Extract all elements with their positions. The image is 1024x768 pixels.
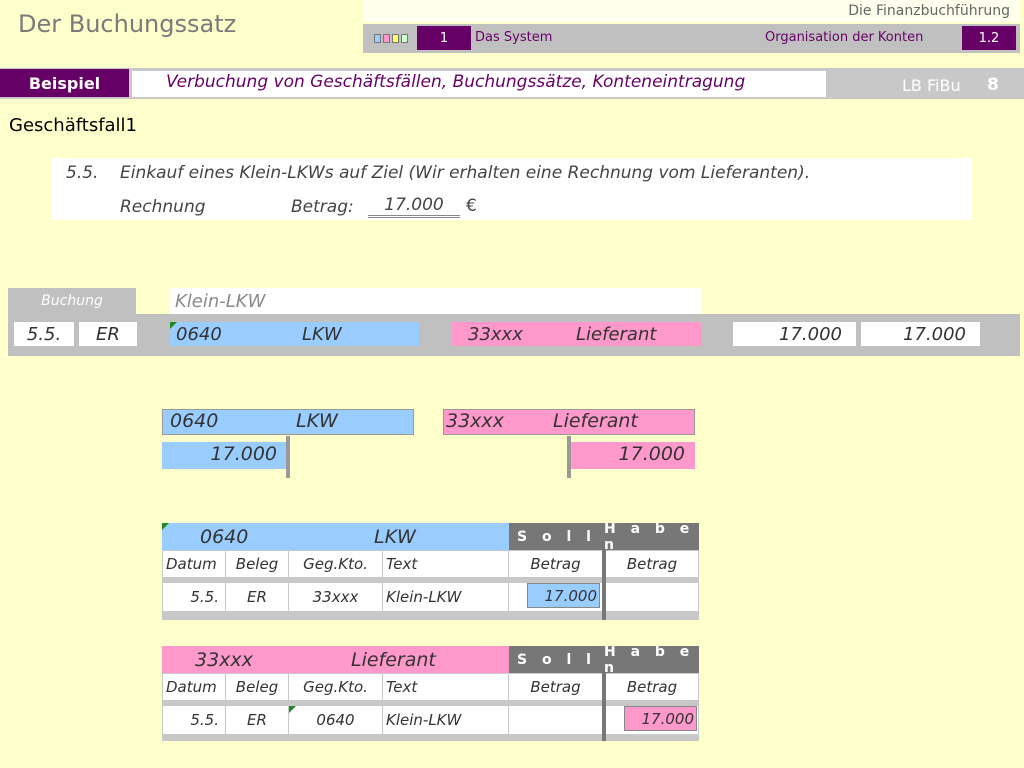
ledger2-col-datum: Datum — [163, 674, 225, 700]
page-subtitle: Verbuchung von Geschäftsfällen, Buchungs… — [166, 72, 746, 92]
t-left-account: 0640 — [170, 410, 219, 432]
ledger1-row-text: Klein-LKW — [383, 583, 508, 611]
ledger1-col-beleg: Beleg — [226, 551, 288, 577]
beispiel-badge: Beispiel — [0, 69, 129, 97]
nav-color-icon[interactable] — [374, 34, 408, 43]
t-right-amount-box: 17.000 — [570, 442, 695, 469]
ledger1-row-soll-cell: 17.000 — [509, 583, 602, 611]
booking-credit-name: Lieferant — [576, 323, 657, 345]
ledger1-haben-header: H a b e n — [604, 521, 699, 553]
lb-number: 8 — [987, 75, 999, 95]
task-amount: 17.000 — [368, 195, 460, 218]
ledger2-row-gegkto: 0640 — [289, 706, 382, 734]
lb-label: LB FiBu — [902, 76, 961, 95]
ledger1-row-soll: 17.000 — [527, 583, 600, 608]
ledger2-row-text: Klein-LKW — [383, 706, 508, 734]
ledger2-haben-header: H a b e n — [604, 644, 699, 676]
t-right-amount: 17.000 — [618, 443, 685, 465]
t-account-left-header: 0640 LKW — [162, 409, 414, 435]
booking-date: 5.5. — [14, 322, 74, 346]
ledger1-divider — [602, 550, 606, 620]
ledger1-col-soll-betrag: Betrag — [509, 551, 602, 577]
ledger2-row-soll — [509, 706, 602, 734]
marker-icon — [170, 322, 177, 329]
task-currency: € — [466, 196, 477, 216]
nav-system-link[interactable]: Das System — [475, 30, 552, 45]
ledger1-row-haben — [606, 583, 698, 611]
ledger2-row-datum: 5.5. — [163, 706, 225, 734]
marker-icon — [289, 706, 296, 713]
ledger2-soll-header: S o l l — [509, 646, 604, 673]
ledger2-col-haben-betrag: Betrag — [606, 674, 698, 700]
t-account-right-header: 33xxx Lieferant — [443, 409, 695, 435]
ledger1-header: 0640 LKW — [162, 523, 509, 550]
ledger1-row-gegkto: 33xxx — [289, 583, 382, 611]
booking-debit-field[interactable]: 0640 LKW — [170, 322, 419, 346]
app-title: Der Buchungssatz — [18, 10, 237, 38]
top-bar: Die Finanzbuchführung — [363, 0, 1020, 22]
booking-credit-account: 33xxx — [468, 323, 523, 345]
booking-credit-field[interactable]: 33xxx Lieferant — [452, 322, 701, 346]
booking-debit-account: 0640 — [176, 323, 222, 345]
ledger1-row-beleg: ER — [226, 583, 288, 611]
t-left-name: LKW — [296, 410, 338, 432]
t-left-divider — [286, 436, 290, 478]
marker-icon — [162, 523, 169, 530]
t-right-account: 33xxx — [446, 410, 504, 432]
booking-beleg: ER — [79, 322, 137, 346]
ledger1-soll-header: S o l l — [509, 523, 604, 550]
booking-text: Klein-LKW — [175, 291, 266, 312]
ledger1-col-gegkto: Geg.Kto. — [289, 551, 382, 577]
task-amount-label: Betrag: — [291, 197, 354, 217]
ledger-lkw: 0640 LKW S o l l H a b e n Datum Beleg G… — [162, 521, 699, 620]
ledger2-grid: Datum Beleg Geg.Kto. Text Betrag Betrag … — [162, 673, 699, 741]
task-doc-label: Rechnung — [120, 197, 206, 217]
ledger2-row-beleg: ER — [226, 706, 288, 734]
booking-debit-name: LKW — [302, 323, 342, 345]
ledger1-name: LKW — [374, 525, 416, 548]
nav-chapter-button[interactable]: 1 — [417, 26, 471, 50]
ledger2-name: Lieferant — [351, 648, 436, 671]
ledger1-grid: Datum Beleg Geg.Kto. Text Betrag Betrag … — [162, 550, 699, 620]
ledger1-row-datum: 5.5. — [163, 583, 225, 611]
task-description: Einkauf eines Klein-LKWs auf Ziel (Wir e… — [120, 163, 811, 183]
ledger1-col-haben-betrag: Betrag — [606, 551, 698, 577]
ledger2-row-haben-cell: 17.000 — [606, 706, 698, 734]
top-bar-label: Die Finanzbuchführung — [848, 3, 1010, 19]
ledger2-row-haben: 17.000 — [624, 706, 697, 731]
ledger1-col-text: Text — [383, 551, 508, 577]
ledger2-col-gegkto: Geg.Kto. — [289, 674, 382, 700]
ledger2-col-soll-betrag: Betrag — [509, 674, 602, 700]
t-left-amount-box: 17.000 — [162, 442, 287, 469]
t-right-name: Lieferant — [553, 410, 638, 432]
booking-credit-amount: 17.000 — [861, 322, 980, 346]
ledger1-account: 0640 — [200, 525, 249, 548]
buchung-tab: Buchung — [8, 288, 136, 314]
nav-section-button[interactable]: 1.2 — [962, 26, 1016, 50]
t-left-amount: 17.000 — [210, 443, 277, 465]
ledger2-divider — [602, 673, 606, 741]
ledger2-header: 33xxx Lieferant — [162, 646, 509, 673]
booking-text-field[interactable]: Klein-LKW — [169, 288, 702, 314]
ledger2-col-beleg: Beleg — [226, 674, 288, 700]
t-right-divider — [567, 436, 571, 478]
ledger2-account: 33xxx — [195, 648, 253, 671]
ledger2-col-text: Text — [383, 674, 508, 700]
section-heading: Geschäftsfall1 — [9, 115, 138, 136]
task-date: 5.5. — [66, 163, 99, 183]
booking-debit-amount: 17.000 — [733, 322, 856, 346]
ledger1-col-datum: Datum — [163, 551, 225, 577]
nav-org-link[interactable]: Organisation der Konten — [765, 30, 923, 45]
ledger-lieferant: 33xxx Lieferant S o l l H a b e n Datum … — [162, 644, 699, 741]
